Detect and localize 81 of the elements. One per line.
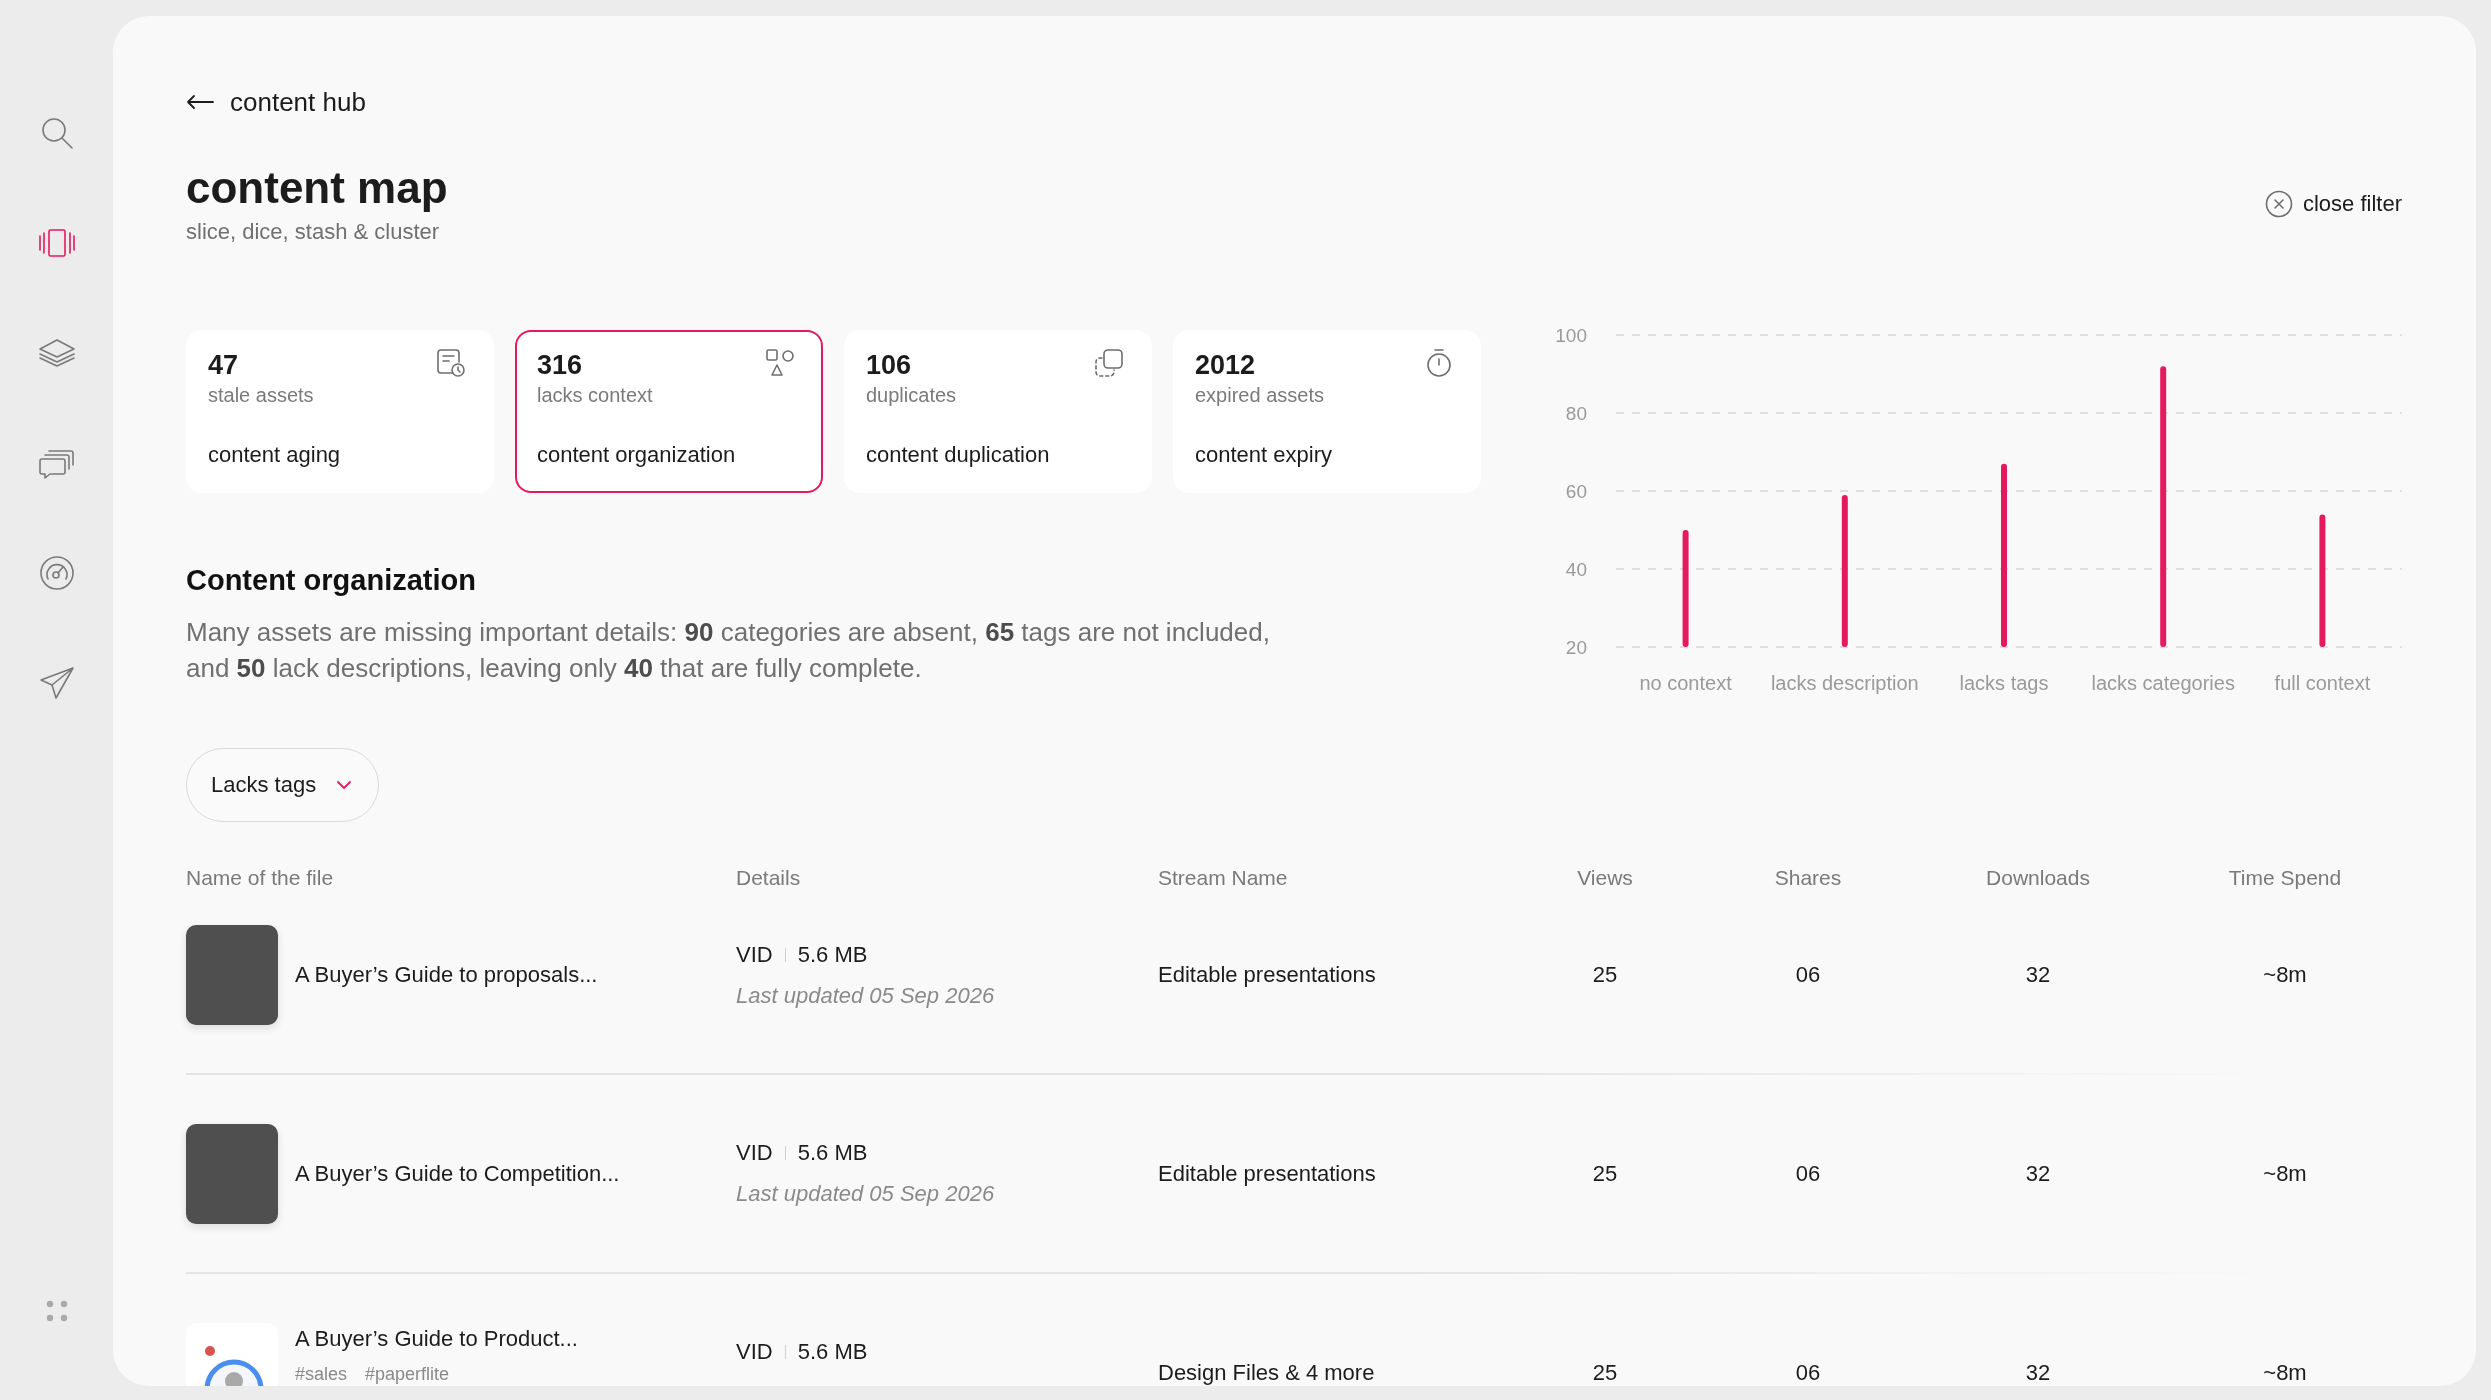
y-axis-label: 20 bbox=[1565, 637, 1587, 658]
stream-name: Editable presentations bbox=[1158, 961, 1377, 989]
stat-count: 2012 bbox=[1195, 349, 1256, 382]
y-axis-label: 80 bbox=[1565, 403, 1587, 424]
close-filter-button[interactable]: close filter bbox=[2264, 190, 2402, 218]
stat-label: lacks context bbox=[537, 383, 653, 408]
file-name[interactable]: A Buyer’s Guide to Product... bbox=[295, 1324, 578, 1353]
stream-name: Editable presentations bbox=[1158, 1159, 1377, 1188]
column-header: Stream Name bbox=[1158, 865, 1288, 891]
x-axis-label: lacks tags bbox=[1959, 672, 2049, 694]
carousel-icon bbox=[37, 228, 76, 258]
x-axis-label: lacks categories bbox=[2091, 672, 2235, 694]
stat-label: duplicates bbox=[866, 383, 957, 408]
section-description: Many assets are missing important details: 90 categories are absent, 65 tags are not included, and 50 lack descriptions, leaving only 40 that are fully complete. bbox=[186, 616, 1271, 685]
x-axis-label: lacks description bbox=[1770, 672, 1919, 694]
stat-label: expired assets bbox=[1195, 383, 1324, 408]
back-link[interactable]: content hub bbox=[186, 87, 366, 117]
search-icon bbox=[39, 116, 74, 150]
x-axis-label: no context bbox=[1639, 672, 1732, 694]
time-spent: ~8m bbox=[2263, 963, 2307, 987]
column-header: Time Spend bbox=[2228, 865, 2342, 891]
stopwatch-icon bbox=[1425, 348, 1453, 378]
shares-count: 06 bbox=[1795, 1161, 1821, 1186]
file-size: 5.6 MB bbox=[797, 1338, 868, 1366]
last-updated: Last updated 05 Sep 2026 bbox=[736, 981, 995, 1010]
paper-plane-icon bbox=[38, 666, 75, 700]
close-icon bbox=[2264, 190, 2293, 218]
y-axis-label: 60 bbox=[1565, 481, 1587, 502]
views-count: 25 bbox=[1592, 1161, 1618, 1186]
file-size: 5.6 MB bbox=[797, 940, 868, 969]
tag-label: #paperflite bbox=[365, 1364, 450, 1383]
file-name[interactable]: A Buyer’s Guide to proposals... bbox=[295, 961, 598, 989]
y-axis-label: 100 bbox=[1555, 325, 1587, 346]
file-type: VID bbox=[736, 940, 773, 969]
file-type: VID bbox=[736, 1139, 773, 1167]
document-clock-icon bbox=[436, 348, 466, 378]
stat-card[interactable]: 2012 expired assets content expiry bbox=[1173, 330, 1481, 493]
y-axis-label: 40 bbox=[1565, 559, 1587, 580]
section-heading: Content organization bbox=[186, 563, 476, 597]
stat-label: stale assets bbox=[208, 383, 314, 408]
layers-icon bbox=[37, 338, 76, 368]
last-updated: Last updated 05 Sep 2026 bbox=[736, 1180, 995, 1208]
column-header: Downloads bbox=[1986, 865, 2090, 891]
views-count: 25 bbox=[1592, 1360, 1618, 1385]
chevron-down-icon bbox=[336, 780, 353, 790]
filter-dropdown[interactable]: Lacks tags bbox=[186, 748, 380, 822]
column-header: Views bbox=[1577, 865, 1633, 891]
card-title: content expiry bbox=[1195, 441, 1332, 469]
time-spent: ~8m bbox=[2263, 1161, 2307, 1186]
x-axis-label: full context bbox=[2274, 672, 2371, 694]
tag-label: #sales bbox=[295, 1364, 348, 1383]
shares-count: 06 bbox=[1795, 963, 1821, 987]
gauge-icon bbox=[38, 555, 75, 591]
card-title: content duplication bbox=[866, 441, 1050, 469]
downloads-count: 32 bbox=[2025, 1360, 2051, 1385]
downloads-count: 32 bbox=[2025, 1161, 2051, 1186]
shapes-icon bbox=[765, 348, 795, 378]
card-title: content organization bbox=[537, 441, 736, 469]
file-name[interactable]: A Buyer’s Guide to Competition... bbox=[295, 1159, 620, 1188]
stream-name: Design Files & 4 more bbox=[1158, 1358, 1376, 1386]
stat-count: 316 bbox=[537, 349, 583, 382]
file-size: 5.6 MB bbox=[797, 1139, 868, 1167]
shares-count: 06 bbox=[1795, 1360, 1821, 1385]
column-header: Shares bbox=[1774, 865, 1842, 891]
stat-card[interactable]: 106 duplicates content duplication bbox=[844, 330, 1152, 493]
column-header: Details bbox=[736, 865, 801, 891]
stat-count: 47 bbox=[208, 349, 239, 382]
file-type: VID bbox=[736, 1338, 773, 1366]
page-title: content map bbox=[186, 162, 448, 214]
stat-card[interactable]: 47 stale assets content aging bbox=[186, 330, 494, 493]
stat-count: 106 bbox=[866, 349, 912, 382]
views-count: 25 bbox=[1592, 963, 1618, 987]
stat-card[interactable]: 316 lacks context content organization bbox=[515, 330, 823, 493]
arrow-left-icon bbox=[186, 94, 214, 110]
page-subtitle: slice, dice, stash & cluster bbox=[186, 218, 440, 246]
time-spent: ~8m bbox=[2263, 1360, 2307, 1385]
card-title: content aging bbox=[208, 441, 341, 469]
dots-grid-icon bbox=[45, 1300, 68, 1322]
downloads-count: 32 bbox=[2025, 963, 2051, 987]
column-header: Name of the file bbox=[186, 865, 334, 891]
duplicate-icon bbox=[1094, 348, 1124, 378]
